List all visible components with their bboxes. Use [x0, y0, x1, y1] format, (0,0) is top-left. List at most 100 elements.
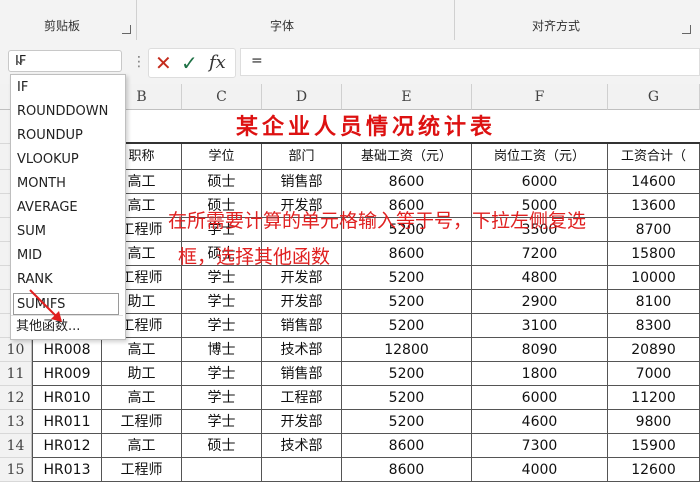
column-header[interactable]: E [342, 84, 472, 110]
table-cell[interactable]: 开发部 [262, 266, 342, 290]
table-cell[interactable]: HR008 [32, 338, 102, 362]
table-cell[interactable]: 硕士 [182, 170, 262, 194]
table-cell[interactable]: 5200 [342, 386, 472, 410]
function-item[interactable]: RANK [17, 269, 53, 291]
table-cell[interactable]: 4000 [472, 458, 608, 482]
table-cell[interactable]: 8600 [342, 434, 472, 458]
table-cell[interactable]: 技术部 [262, 338, 342, 362]
table-cell[interactable]: 技术部 [262, 434, 342, 458]
table-cell[interactable]: 学士 [182, 362, 262, 386]
table-cell[interactable]: HR011 [32, 410, 102, 434]
function-item[interactable]: IF [17, 77, 28, 99]
cancel-icon[interactable]: ✕ [155, 51, 172, 75]
more-functions-item[interactable]: 其他函数... [11, 315, 123, 337]
function-item[interactable]: ROUNDUP [17, 125, 83, 147]
dialog-launcher-icon[interactable] [122, 25, 131, 34]
table-cell[interactable]: 8300 [608, 314, 700, 338]
table-cell[interactable]: 8100 [608, 290, 700, 314]
header-cell[interactable]: 工资合计（ [608, 144, 700, 170]
row-header[interactable]: 14 [0, 434, 32, 458]
table-cell[interactable]: 助工 [102, 362, 182, 386]
table-cell[interactable]: 硕士 [182, 434, 262, 458]
dialog-launcher-icon[interactable] [682, 25, 691, 34]
function-item[interactable]: MID [17, 245, 42, 267]
table-cell[interactable]: 9800 [608, 410, 700, 434]
name-box[interactable]: IF ⌄ [8, 50, 122, 72]
function-item[interactable]: VLOOKUP [17, 149, 79, 171]
table-cell[interactable]: 8700 [608, 218, 700, 242]
header-cell[interactable]: 学位 [182, 144, 262, 170]
table-cell[interactable] [262, 458, 342, 482]
table-cell[interactable]: 15800 [608, 242, 700, 266]
function-item[interactable]: SUMIFS [13, 293, 119, 315]
table-cell[interactable]: 开发部 [262, 290, 342, 314]
table-cell[interactable]: 5200 [342, 410, 472, 434]
header-cell[interactable]: 部门 [262, 144, 342, 170]
table-cell[interactable] [182, 458, 262, 482]
function-item[interactable]: SUM [17, 221, 46, 243]
row-header[interactable]: 11 [0, 362, 32, 386]
table-cell[interactable]: 3100 [472, 314, 608, 338]
function-item[interactable]: AVERAGE [17, 197, 78, 219]
row-header[interactable]: 12 [0, 386, 32, 410]
table-cell[interactable]: 销售部 [262, 362, 342, 386]
table-cell[interactable]: 5200 [342, 290, 472, 314]
column-header[interactable]: G [608, 84, 700, 110]
header-cell[interactable]: 岗位工资（元） [472, 144, 608, 170]
column-header[interactable]: C [182, 84, 262, 110]
table-cell[interactable]: 13600 [608, 194, 700, 218]
row-header[interactable]: 13 [0, 410, 32, 434]
row-header[interactable]: 10 [0, 338, 32, 362]
table-cell[interactable]: HR013 [32, 458, 102, 482]
table-cell[interactable]: 4800 [472, 266, 608, 290]
column-header[interactable]: F [472, 84, 608, 110]
table-cell[interactable]: 12600 [608, 458, 700, 482]
table-cell[interactable]: 工程师 [102, 410, 182, 434]
table-cell[interactable]: 14600 [608, 170, 700, 194]
table-cell[interactable]: 学士 [182, 266, 262, 290]
table-cell[interactable]: 高工 [102, 434, 182, 458]
row-header[interactable]: 15 [0, 458, 32, 482]
table-cell[interactable]: HR012 [32, 434, 102, 458]
formula-input[interactable]: = [240, 48, 700, 76]
table-cell[interactable]: 5200 [342, 266, 472, 290]
table-cell[interactable]: 6000 [472, 170, 608, 194]
insert-function-icon[interactable]: fx [209, 52, 226, 73]
table-cell[interactable]: 6000 [472, 386, 608, 410]
table-cell[interactable]: 20890 [608, 338, 700, 362]
table-cell[interactable]: 开发部 [262, 410, 342, 434]
chevron-down-icon[interactable]: ⌄ [15, 53, 115, 67]
function-item[interactable]: MONTH [17, 173, 66, 195]
table-cell[interactable]: HR009 [32, 362, 102, 386]
table-cell[interactable]: 销售部 [262, 170, 342, 194]
table-cell[interactable]: 5200 [342, 314, 472, 338]
table-cell[interactable]: 高工 [102, 338, 182, 362]
table-cell[interactable]: 2900 [472, 290, 608, 314]
table-cell[interactable]: 4600 [472, 410, 608, 434]
table-cell[interactable]: 博士 [182, 338, 262, 362]
header-cell[interactable]: 基础工资（元） [342, 144, 472, 170]
table-cell[interactable]: 7200 [472, 242, 608, 266]
table-cell[interactable]: 8090 [472, 338, 608, 362]
table-cell[interactable]: 8600 [342, 458, 472, 482]
table-cell[interactable]: 12800 [342, 338, 472, 362]
sheet-title[interactable]: 某企业人员情况统计表 [32, 110, 700, 144]
table-cell[interactable]: 7300 [472, 434, 608, 458]
table-cell[interactable]: 学士 [182, 290, 262, 314]
table-cell[interactable]: 学士 [182, 314, 262, 338]
table-cell[interactable]: 1800 [472, 362, 608, 386]
table-cell[interactable]: 8600 [342, 170, 472, 194]
table-cell[interactable]: 5200 [342, 362, 472, 386]
table-cell[interactable]: 销售部 [262, 314, 342, 338]
table-cell[interactable]: 高工 [102, 386, 182, 410]
table-cell[interactable]: 10000 [608, 266, 700, 290]
function-item[interactable]: ROUNDDOWN [17, 101, 108, 123]
table-cell[interactable]: HR010 [32, 386, 102, 410]
table-cell[interactable]: 学士 [182, 410, 262, 434]
table-cell[interactable]: 7000 [608, 362, 700, 386]
table-cell[interactable]: 8600 [342, 242, 472, 266]
table-cell[interactable]: 11200 [608, 386, 700, 410]
table-cell[interactable]: 工程部 [262, 386, 342, 410]
confirm-icon[interactable]: ✓ [181, 51, 198, 75]
table-cell[interactable]: 15900 [608, 434, 700, 458]
